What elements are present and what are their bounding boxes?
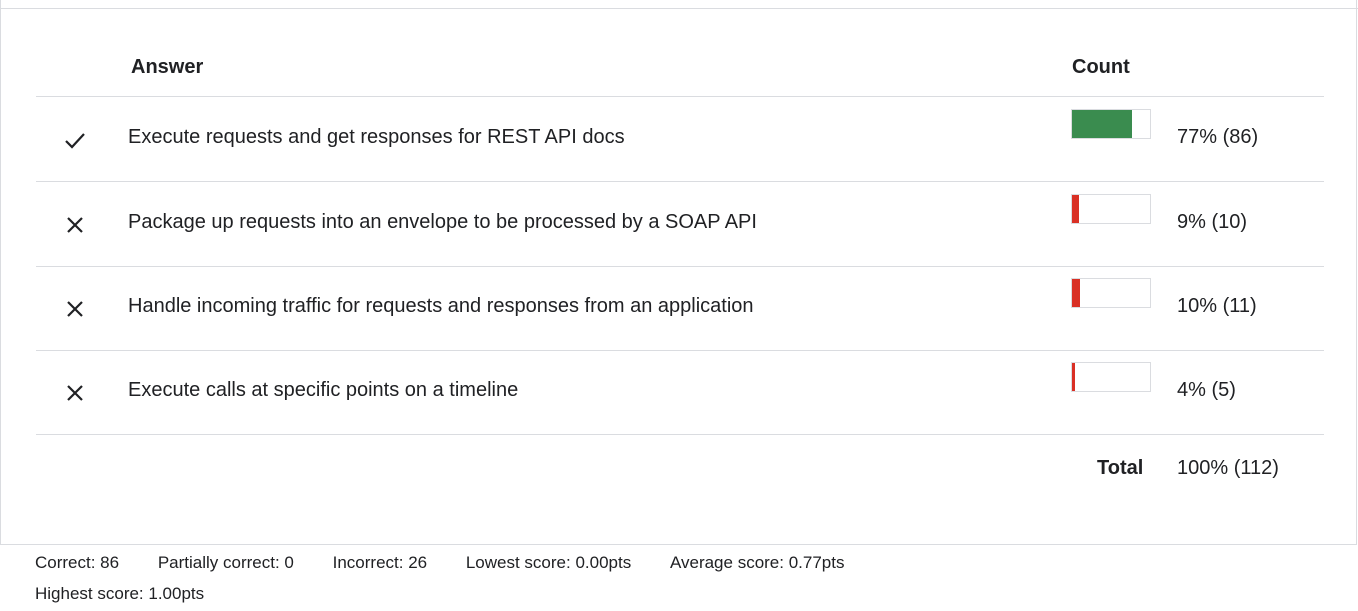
count-value: 77% (86) — [1177, 126, 1259, 148]
count-bar-fill — [1072, 279, 1080, 307]
count-bar — [1071, 278, 1151, 308]
count-value: 10% (11) — [1177, 295, 1257, 317]
incorrect-stat: Incorrect: 26 — [332, 553, 428, 572]
answer-text: Execute calls at specific points on a ti… — [128, 379, 519, 401]
check-icon — [65, 133, 85, 149]
answer-row: Package up requests into an envelope to … — [36, 182, 1324, 266]
close-icon — [67, 301, 83, 317]
count-bar — [1071, 194, 1151, 224]
row-divider — [36, 434, 1324, 435]
count-bar — [1071, 109, 1151, 139]
count-value: 9% (10) — [1177, 211, 1248, 233]
score-summary: Correct: 86 Partially correct: 0 Incorre… — [35, 547, 1315, 609]
answer-row: Execute calls at specific points on a ti… — [36, 350, 1324, 434]
count-bar-fill — [1072, 363, 1075, 391]
count-value: 4% (5) — [1177, 379, 1236, 401]
count-bar-fill — [1072, 195, 1079, 223]
results-panel: Answer Count Execute requests and get re… — [0, 0, 1358, 545]
answer-text: Handle incoming traffic for requests and… — [128, 295, 754, 317]
answer-row: Execute requests and get responses for R… — [36, 97, 1324, 181]
lowest-score-stat: Lowest score: 0.00pts — [465, 553, 632, 572]
top-divider — [1, 8, 1358, 9]
answer-row: Handle incoming traffic for requests and… — [36, 266, 1324, 350]
close-icon — [67, 385, 83, 401]
correct-stat: Correct: 86 — [35, 553, 120, 572]
count-bar-fill — [1072, 110, 1132, 138]
answer-column-header: Answer — [131, 56, 204, 78]
close-icon — [67, 217, 83, 233]
total-label: Total — [1097, 457, 1144, 479]
average-score-stat: Average score: 0.77pts — [669, 553, 845, 572]
count-column-header: Count — [1072, 56, 1130, 78]
highest-score-stat: Highest score: 1.00pts — [35, 584, 205, 603]
total-value: 100% (112) — [1177, 457, 1279, 479]
count-bar — [1071, 362, 1151, 392]
partially-correct-stat: Partially correct: 0 — [157, 553, 294, 572]
answer-text: Package up requests into an envelope to … — [128, 211, 757, 233]
answer-text: Execute requests and get responses for R… — [128, 126, 625, 148]
